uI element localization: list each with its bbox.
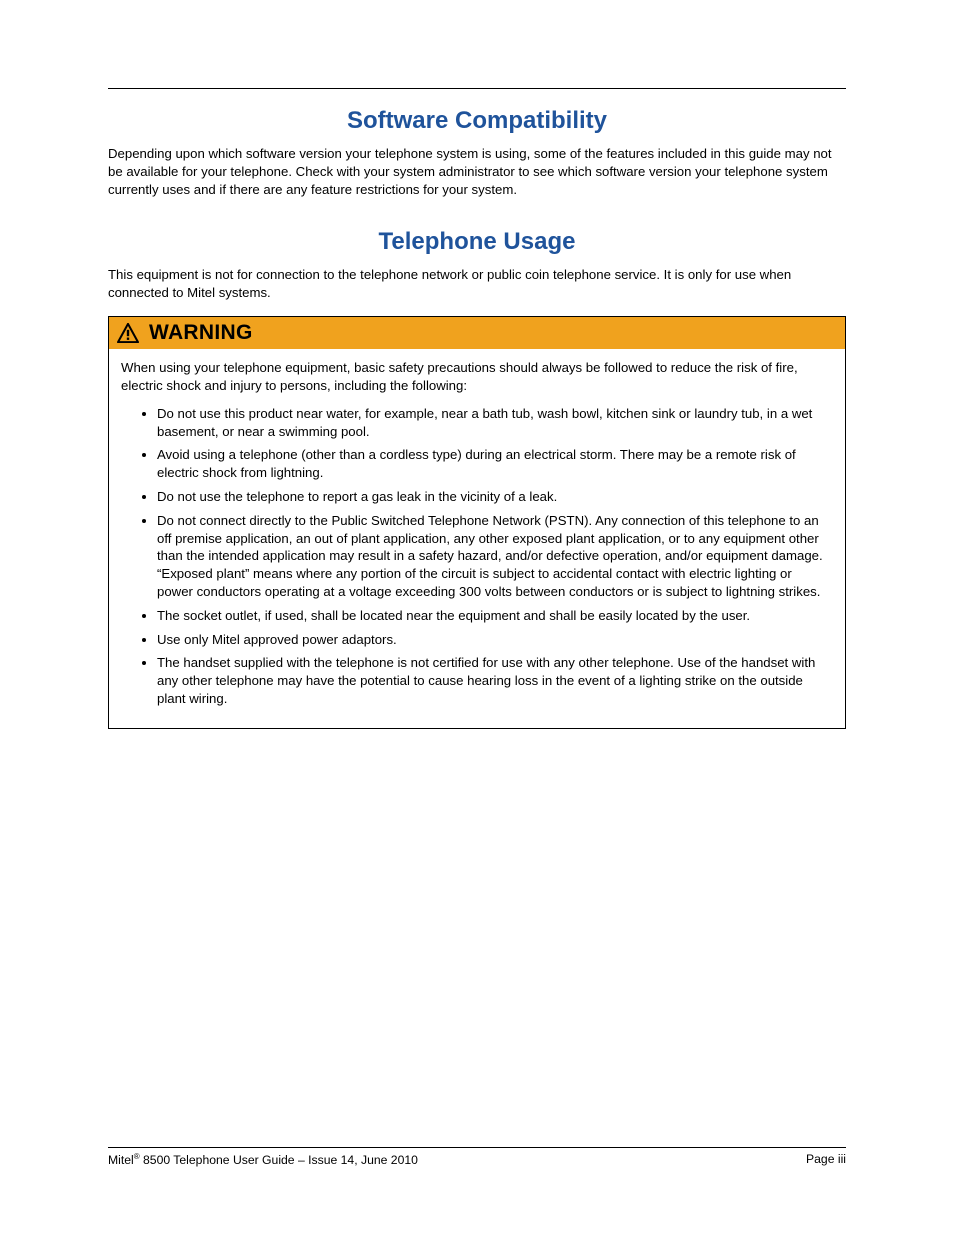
footer-rule <box>108 1147 846 1148</box>
warning-intro: When using your telephone equipment, bas… <box>121 359 833 395</box>
heading-software-compatibility: Software Compatibility <box>108 107 846 135</box>
warning-list: Do not use this product near water, for … <box>121 405 833 708</box>
page-content: Software Compatibility Depending upon wh… <box>0 0 954 729</box>
list-item: Avoid using a telephone (other than a co… <box>157 446 833 482</box>
top-rule <box>108 88 846 89</box>
page-footer: Mitel® 8500 Telephone User Guide – Issue… <box>108 1147 846 1167</box>
list-item: The socket outlet, if used, shall be loc… <box>157 607 833 625</box>
footer-page-number: Page iii <box>806 1152 846 1167</box>
warning-triangle-icon <box>117 323 139 343</box>
paragraph-software-compatibility: Depending upon which software version yo… <box>108 145 846 198</box>
warning-box: WARNING When using your telephone equipm… <box>108 316 846 729</box>
warning-header: WARNING <box>109 317 845 349</box>
warning-body: When using your telephone equipment, bas… <box>109 349 845 728</box>
list-item: Do not use the telephone to report a gas… <box>157 488 833 506</box>
list-item: The handset supplied with the telephone … <box>157 654 833 707</box>
heading-telephone-usage: Telephone Usage <box>108 228 846 256</box>
list-item: Do not use this product near water, for … <box>157 405 833 441</box>
footer-row: Mitel® 8500 Telephone User Guide – Issue… <box>108 1152 846 1167</box>
footer-doc-title: Mitel® 8500 Telephone User Guide – Issue… <box>108 1152 418 1167</box>
warning-title: WARNING <box>149 321 253 345</box>
list-item: Do not connect directly to the Public Sw… <box>157 512 833 601</box>
paragraph-telephone-usage: This equipment is not for connection to … <box>108 266 846 302</box>
list-item: Use only Mitel approved power adaptors. <box>157 631 833 649</box>
